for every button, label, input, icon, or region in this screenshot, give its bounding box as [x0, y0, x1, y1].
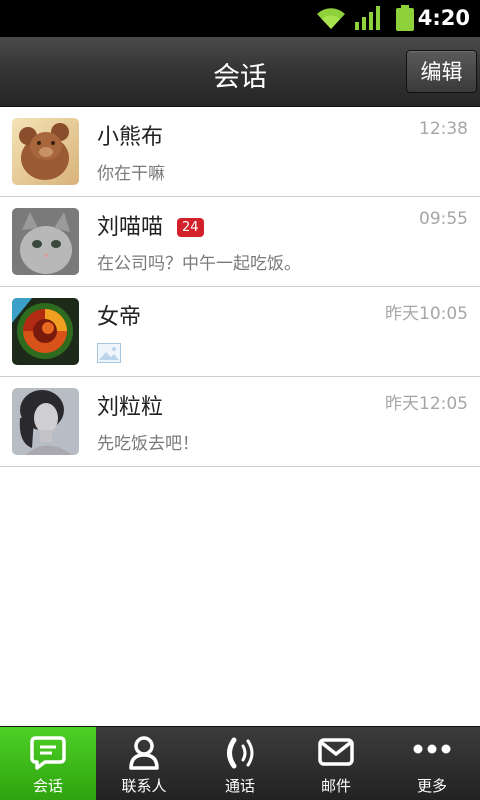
mail-icon	[318, 738, 354, 766]
message-time: 昨天12:05	[385, 394, 468, 414]
avatar	[12, 298, 79, 365]
contact-name: 女帝	[97, 305, 142, 330]
signal-strength-icon	[355, 6, 380, 30]
contact-name: 刘粒粒	[97, 395, 164, 420]
avatar	[12, 208, 79, 275]
more-dots-icon	[413, 744, 451, 754]
tab-contacts[interactable]: 联系人	[96, 727, 192, 800]
unread-count-badge: 24	[177, 218, 204, 237]
bottom-tab-bar: 会话 联系人 通话 邮件 更多	[0, 726, 480, 800]
tab-label: 更多	[416, 777, 447, 795]
message-preview: 先吃饭去吧！	[97, 434, 199, 454]
message-preview: 在公司吗？中午一起吃饭。	[97, 254, 301, 274]
tab-label: 邮件	[320, 777, 351, 795]
chat-bubble-icon	[30, 736, 66, 770]
wifi-icon	[317, 8, 345, 30]
status-bar: 4:20	[0, 0, 480, 37]
conversation-row[interactable]: 女帝 昨天10:05	[0, 287, 480, 377]
phone-icon	[227, 737, 254, 769]
tab-conversations[interactable]: 会话	[0, 727, 96, 800]
conversation-row[interactable]: 刘喵喵 24 09:55 在公司吗？中午一起吃饭。	[0, 197, 480, 287]
image-message-icon	[97, 343, 121, 363]
tab-mail[interactable]: 邮件	[288, 727, 384, 800]
tab-label: 联系人	[121, 777, 167, 795]
avatar	[12, 388, 79, 455]
message-preview: 你在干嘛	[97, 164, 165, 184]
person-icon	[129, 736, 159, 770]
edit-button[interactable]: 编辑	[406, 50, 477, 93]
tab-more[interactable]: 更多	[384, 727, 480, 800]
contact-name: 刘喵喵 24	[97, 209, 204, 241]
avatar	[12, 118, 79, 185]
message-time: 昨天10:05	[385, 304, 468, 324]
tab-calls[interactable]: 通话	[192, 727, 288, 800]
conversation-row[interactable]: 刘粒粒 昨天12:05 先吃饭去吧！	[0, 377, 480, 467]
tab-label: 会话	[32, 777, 63, 795]
conversation-row[interactable]: 小熊布 12:38 你在干嘛	[0, 107, 480, 197]
message-time: 12:38	[419, 119, 468, 139]
header-bar: 会话 编辑	[0, 37, 480, 107]
status-clock: 4:20	[417, 6, 470, 30]
contact-name: 小熊布	[97, 125, 164, 150]
tab-label: 通话	[224, 777, 255, 795]
conversation-list: 小熊布 12:38 你在干嘛 刘喵喵24 09:55 在公司吗？中午一起吃饭。	[0, 107, 480, 467]
message-time: 09:55	[419, 209, 468, 229]
battery-icon	[396, 5, 414, 31]
